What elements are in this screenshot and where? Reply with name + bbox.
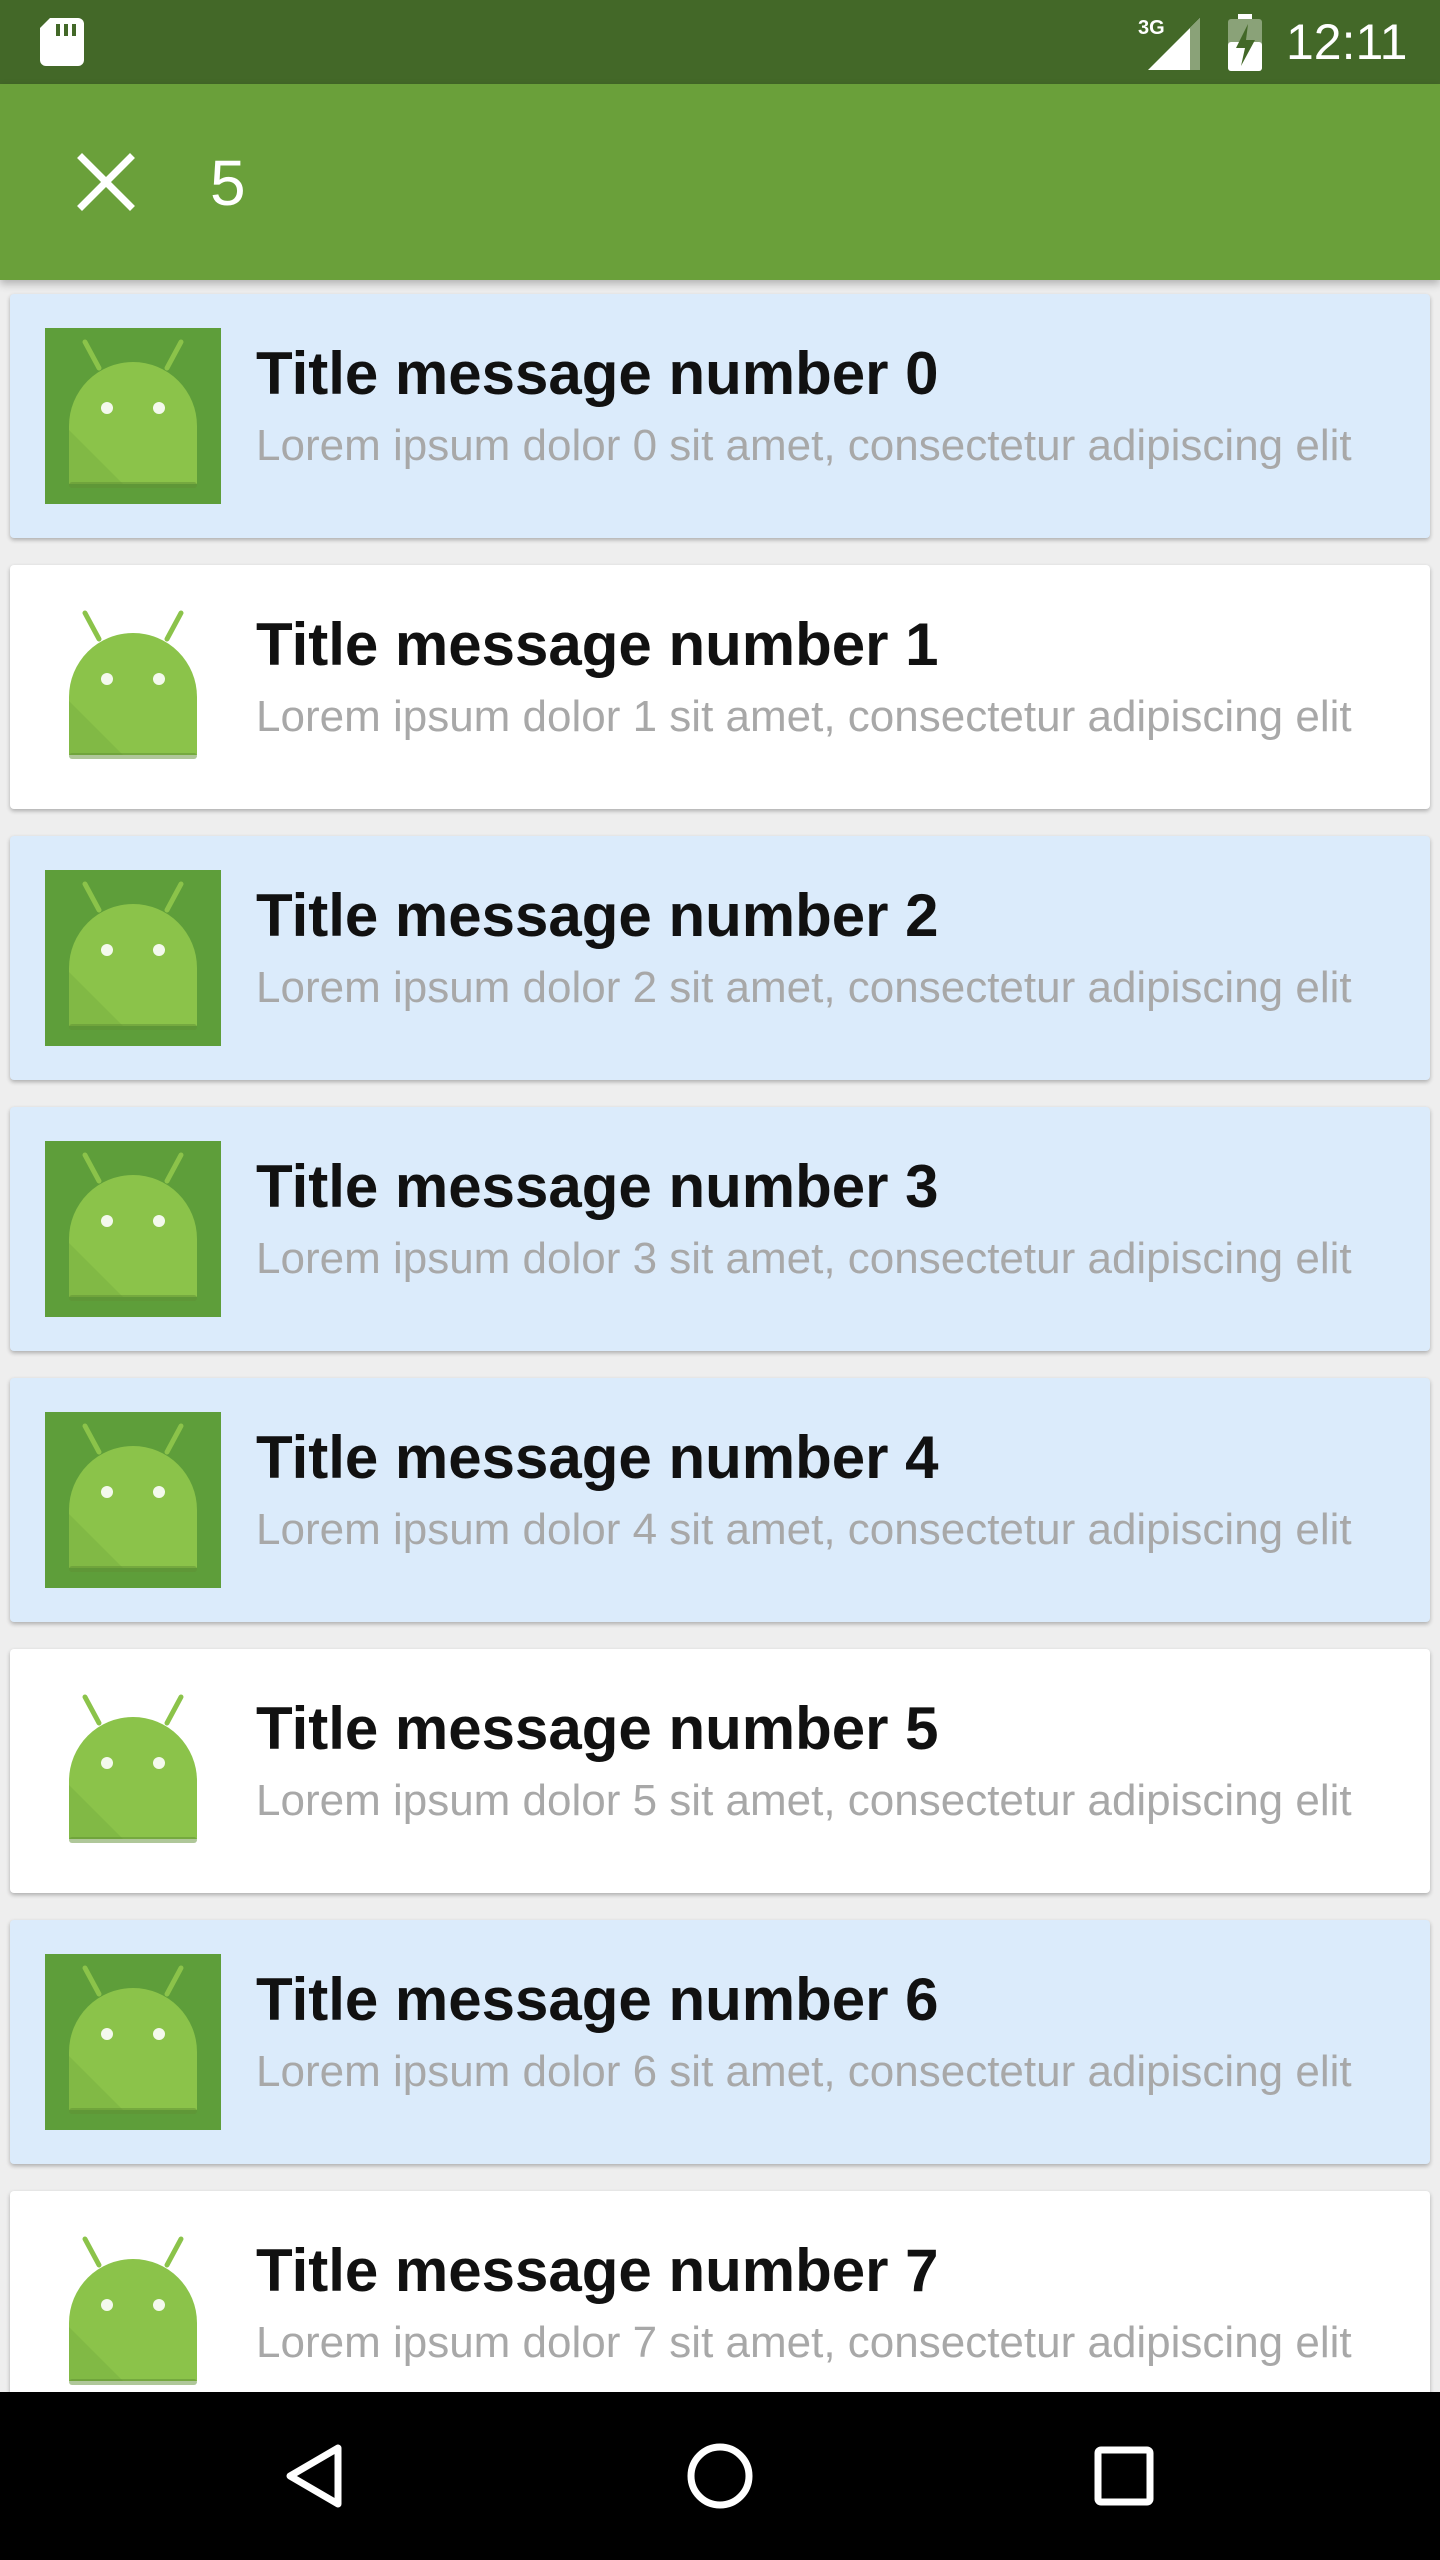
message-title: Title message number 5 <box>256 1695 939 1762</box>
message-title: Title message number 6 <box>256 1966 939 2033</box>
message-list[interactable]: Title message number 0 Lorem ipsum dolor… <box>0 280 1440 2392</box>
message-title: Title message number 0 <box>256 340 939 407</box>
android-icon <box>69 1694 197 1843</box>
message-subtitle: Lorem ipsum dolor 4 sit amet, consectetu… <box>256 1505 1352 1554</box>
signal-icon: 3G <box>1138 17 1200 70</box>
back-icon <box>286 2444 342 2508</box>
message-avatar <box>45 1141 221 1317</box>
message-subtitle: Lorem ipsum dolor 0 sit amet, consectetu… <box>256 421 1352 470</box>
message-title: Title message number 4 <box>256 1424 939 1491</box>
message-card-0[interactable]: Title message number 0 Lorem ipsum dolor… <box>10 294 1430 538</box>
message-subtitle: Lorem ipsum dolor 6 sit amet, consectetu… <box>256 2047 1352 2096</box>
app-bar: 5 <box>0 84 1440 280</box>
message-card-5[interactable]: Title message number 5 Lorem ipsum dolor… <box>10 1649 1430 1893</box>
message-subtitle: Lorem ipsum dolor 5 sit amet, consectetu… <box>256 1776 1352 1825</box>
message-avatar <box>45 870 221 1046</box>
message-subtitle: Lorem ipsum dolor 1 sit amet, consectetu… <box>256 692 1352 741</box>
android-icon <box>69 1965 197 2114</box>
android-icon <box>69 339 197 488</box>
message-avatar <box>45 328 221 504</box>
message-title: Title message number 1 <box>256 611 939 678</box>
android-icon <box>69 1423 197 1572</box>
message-avatar <box>45 1954 221 2130</box>
android-icon <box>69 1152 197 1301</box>
message-avatar <box>45 599 221 775</box>
message-avatar <box>45 2225 221 2392</box>
recents-button[interactable] <box>1074 2426 1174 2526</box>
selection-count: 5 <box>210 147 246 219</box>
android-icon <box>69 2236 197 2385</box>
message-subtitle: Lorem ipsum dolor 7 sit amet, consectetu… <box>256 2318 1352 2367</box>
battery-icon <box>1228 14 1262 71</box>
message-avatar <box>45 1683 221 1859</box>
sd-card-icon <box>40 18 84 66</box>
status-clock: 12:11 <box>1286 14 1408 70</box>
message-subtitle: Lorem ipsum dolor 2 sit amet, consectetu… <box>256 963 1352 1012</box>
message-card-1[interactable]: Title message number 1 Lorem ipsum dolor… <box>10 565 1430 809</box>
navigation-bar <box>0 2392 1440 2560</box>
message-title: Title message number 3 <box>256 1153 939 1220</box>
message-title: Title message number 2 <box>256 882 939 949</box>
message-avatar <box>45 1412 221 1588</box>
android-icon <box>69 881 197 1030</box>
status-bar: 3G 12:11 <box>0 0 1440 84</box>
message-card-2[interactable]: Title message number 2 Lorem ipsum dolor… <box>10 836 1430 1080</box>
message-title: Title message number 7 <box>256 2237 939 2304</box>
message-card-6[interactable]: Title message number 6 Lorem ipsum dolor… <box>10 1920 1430 2164</box>
message-card-7[interactable]: Title message number 7 Lorem ipsum dolor… <box>10 2191 1430 2392</box>
recents-icon <box>1094 2446 1154 2506</box>
home-icon <box>687 2443 753 2509</box>
message-card-3[interactable]: Title message number 3 Lorem ipsum dolor… <box>10 1107 1430 1351</box>
back-button[interactable] <box>266 2426 366 2526</box>
message-card-4[interactable]: Title message number 4 Lorem ipsum dolor… <box>10 1378 1430 1622</box>
home-button[interactable] <box>670 2426 770 2526</box>
message-subtitle: Lorem ipsum dolor 3 sit amet, consectetu… <box>256 1234 1352 1283</box>
close-selection-button[interactable] <box>54 130 158 234</box>
android-icon <box>69 610 197 759</box>
network-type-label: 3G <box>1138 17 1165 39</box>
close-icon <box>77 153 135 211</box>
